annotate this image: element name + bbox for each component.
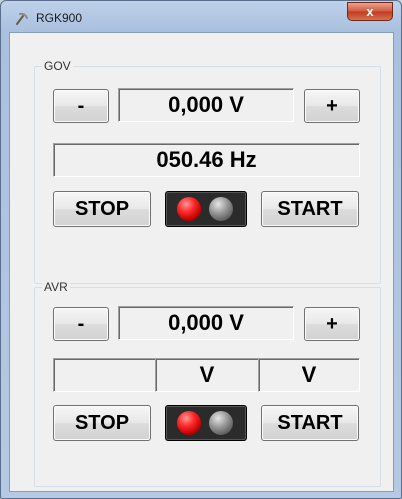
title-bar[interactable]: RGK900 (2, 2, 400, 32)
client-area: GOV - 0,000 V + 050.46 Hz STOP START AVR… (9, 32, 394, 492)
avr-lamp-panel (165, 405, 247, 441)
avr-start-button[interactable]: START (261, 405, 359, 441)
avr-start-lamp-icon (209, 411, 233, 435)
gov-stop-lamp-icon (177, 197, 201, 221)
gov-legend: GOV (42, 59, 73, 73)
avr-reading-1 (53, 358, 156, 392)
avr-stop-lamp-icon (177, 411, 201, 435)
gov-start-button[interactable]: START (261, 191, 359, 227)
avr-minus-button[interactable]: - (53, 307, 109, 341)
gov-lamp-panel (165, 191, 247, 227)
avr-stop-button[interactable]: STOP (53, 405, 151, 441)
avr-reading-2: V (155, 358, 259, 392)
avr-legend: AVR (42, 280, 70, 294)
close-button[interactable]: x (347, 2, 393, 21)
app-icon (14, 11, 30, 27)
gov-plus-button[interactable]: + (304, 89, 360, 123)
gov-frequency-display: 050.46 Hz (53, 143, 360, 177)
window-title: RGK900 (36, 11, 83, 25)
gov-stop-button[interactable]: STOP (53, 191, 151, 227)
gov-voltage-display: 0,000 V (118, 88, 294, 122)
close-icon: x (366, 4, 374, 19)
app-window: RGK900 x GOV - 0,000 V + 050.46 Hz STOP … (0, 0, 402, 499)
avr-plus-button[interactable]: + (304, 307, 360, 341)
gov-minus-button[interactable]: - (53, 89, 109, 123)
avr-voltage-display: 0,000 V (118, 306, 294, 340)
gov-start-lamp-icon (209, 197, 233, 221)
avr-reading-3: V (258, 358, 360, 392)
